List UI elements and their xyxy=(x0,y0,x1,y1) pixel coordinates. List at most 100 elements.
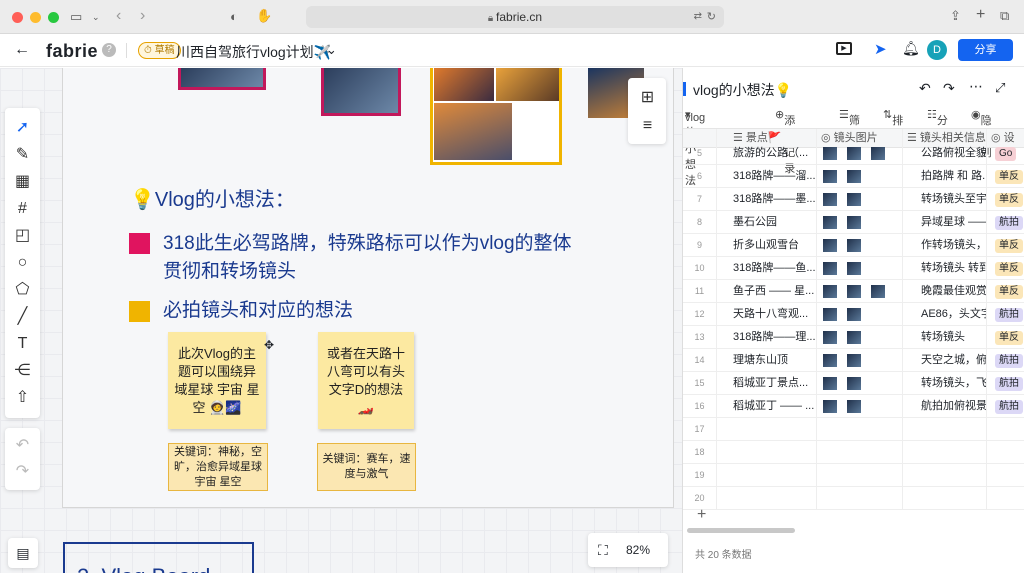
cell-equipment[interactable]: 单反 xyxy=(987,257,1024,280)
cell-spot[interactable]: 天路十八弯观... xyxy=(717,303,817,326)
sticky-note[interactable]: 此次Vlog的主题可以围绕异域星球 宇宙 星空 🧑‍🚀🌌 xyxy=(168,332,266,429)
text-tool-icon[interactable]: T xyxy=(5,332,40,356)
table-row[interactable]: 8墨石公园 异域星球 —— ... 航拍 xyxy=(683,211,1024,234)
maximize-window-button[interactable] xyxy=(48,12,59,23)
more-icon[interactable]: ⋯ xyxy=(969,78,983,95)
pointer-follow-icon[interactable]: ➤ xyxy=(874,40,887,58)
cell-images[interactable] xyxy=(817,234,903,257)
new-tab-icon[interactable]: + xyxy=(976,7,985,23)
address-bar[interactable]: 🔒︎ fabrie.cn ⇄ ↻ xyxy=(306,6,724,28)
translate-icon[interactable]: ⇄ xyxy=(694,6,702,28)
table-row[interactable]: 17 xyxy=(683,418,1024,441)
sticky-note[interactable]: 或者在天路十八弯可以有头文字D的想法🏎️ xyxy=(318,332,414,429)
thumbnail-image[interactable] xyxy=(823,216,837,229)
thumbnail-image[interactable] xyxy=(871,147,885,160)
privacy-shield-icon[interactable]: ◐ xyxy=(230,10,238,24)
table-row[interactable]: 20 xyxy=(683,487,1024,510)
connector-tool-icon[interactable]: ⋲ xyxy=(5,359,40,383)
keyword-card[interactable]: 关键词：神秘，空旷，治愈异域星球宇宙 星空 xyxy=(168,443,268,491)
table-row[interactable]: 15稻城亚丁景点... 转场镜头，飞... 航拍 xyxy=(683,372,1024,395)
cell-equipment[interactable]: 航拍 xyxy=(987,395,1024,418)
cell-info[interactable]: 天空之城，俯... xyxy=(903,349,987,372)
document-title[interactable]: 川西自驾旅行vlog计划✈️ xyxy=(176,42,331,62)
horizontal-scrollbar[interactable] xyxy=(687,528,795,533)
table-row[interactable]: 10318路牌——鱼... 转场镜头 转到... 单反 xyxy=(683,257,1024,280)
cell-spot[interactable]: 318路牌——理... xyxy=(717,326,817,349)
add-row-button[interactable]: + xyxy=(697,506,706,524)
table-row[interactable]: 14理塘东山顶 天空之城，俯... 航拍 xyxy=(683,349,1024,372)
present-icon[interactable]: ▶ xyxy=(836,42,852,55)
view-selector[interactable]: vlog的小想法 ▾ xyxy=(685,108,705,187)
undo-icon[interactable]: ↶ xyxy=(919,80,931,97)
thumbnail-image[interactable] xyxy=(823,331,837,344)
cell-info[interactable]: 拍路牌 和 路... xyxy=(903,165,987,188)
avatar[interactable]: D xyxy=(927,40,947,60)
thumbnail-image[interactable] xyxy=(847,354,861,367)
cell-images[interactable] xyxy=(817,303,903,326)
cell-equipment[interactable] xyxy=(987,418,1024,441)
cell-equipment[interactable]: 航拍 xyxy=(987,303,1024,326)
cell-info[interactable]: 转场镜头 转到... xyxy=(903,257,987,280)
cell-equipment[interactable] xyxy=(987,464,1024,487)
cell-equipment[interactable]: 单反 xyxy=(987,326,1024,349)
cell-equipment[interactable]: 航拍 xyxy=(987,349,1024,372)
back-arrow-icon[interactable]: ← xyxy=(14,41,30,59)
thumbnail-image[interactable] xyxy=(823,170,837,183)
sticky-tool-icon[interactable]: ◰ xyxy=(5,224,40,248)
cell-equipment[interactable] xyxy=(987,487,1024,510)
cell-images[interactable] xyxy=(817,326,903,349)
close-window-button[interactable] xyxy=(12,12,23,23)
thumbnail-image[interactable] xyxy=(847,262,861,275)
cell-spot[interactable] xyxy=(717,487,817,510)
cell-info[interactable]: AE86，头文字... xyxy=(903,303,987,326)
select-tool-icon[interactable]: ➚ xyxy=(5,116,40,140)
cell-spot[interactable]: 旅游的公路（... xyxy=(717,142,817,165)
cell-info[interactable]: 公路俯视全貌... xyxy=(903,142,987,165)
thumbnail-image[interactable] xyxy=(847,147,861,160)
cell-info[interactable]: 异域星球 —— ... xyxy=(903,211,987,234)
table-row[interactable]: 18 xyxy=(683,441,1024,464)
cell-info[interactable] xyxy=(903,441,987,464)
photo-image[interactable] xyxy=(178,68,266,90)
filter-button[interactable]: ☰ 筛选 xyxy=(839,108,860,143)
table-row[interactable]: 11鱼子西 —— 星... 晚霞最佳观赏... 单反 xyxy=(683,280,1024,303)
bullet-text[interactable]: 318此生必驾路牌，特殊路标可以作为vlog的整体 xyxy=(163,230,572,258)
cell-images[interactable] xyxy=(817,464,903,487)
thumbnail-image[interactable] xyxy=(847,400,861,413)
pen-tool-icon[interactable]: ✎ xyxy=(5,143,40,167)
cell-spot[interactable] xyxy=(717,441,817,464)
cell-images[interactable] xyxy=(817,142,903,165)
cell-equipment[interactable]: 单反 xyxy=(987,188,1024,211)
chevron-down-icon[interactable]: ⌄ xyxy=(92,10,100,24)
thumbnail-image[interactable] xyxy=(823,354,837,367)
cell-images[interactable] xyxy=(817,280,903,303)
cell-images[interactable] xyxy=(817,211,903,234)
table-view-icon[interactable]: ⊞ xyxy=(630,86,665,110)
cell-images[interactable] xyxy=(817,418,903,441)
shape-tool-icon[interactable]: ⬠ xyxy=(5,278,40,302)
thumbnail-image[interactable] xyxy=(847,193,861,206)
sidebar-toggle-icon[interactable]: ▭ xyxy=(70,10,82,24)
thumbnail-image[interactable] xyxy=(847,285,861,298)
whiteboard-canvas[interactable]: 💡Vlog的小想法： 318此生必驾路牌，特殊路标可以作为vlog的整体 贯彻和… xyxy=(0,68,682,573)
thumbnail-image[interactable] xyxy=(847,308,861,321)
table-row[interactable]: 5旅游的公路（... 公路俯视全貌... Go xyxy=(683,142,1024,165)
sort-button[interactable]: ⇅ 排序 xyxy=(883,108,903,143)
cell-info[interactable] xyxy=(903,464,987,487)
cell-info[interactable]: 航拍加俯视景 xyxy=(903,395,987,418)
cell-equipment[interactable]: 单反 xyxy=(987,280,1024,303)
zoom-control[interactable]: ⛶ 82% xyxy=(588,533,668,567)
hide-columns-button[interactable]: ◉ 隐藏列 xyxy=(971,108,992,159)
cell-spot[interactable]: 318路牌——鱼... xyxy=(717,257,817,280)
cell-spot[interactable]: 折多山观雪台 xyxy=(717,234,817,257)
cell-info[interactable]: 转场镜头，飞... xyxy=(903,372,987,395)
cell-images[interactable] xyxy=(817,188,903,211)
cell-equipment[interactable]: 航拍 xyxy=(987,211,1024,234)
keyword-card[interactable]: 关键词：赛车，速度与激气 xyxy=(317,443,416,491)
cell-spot[interactable] xyxy=(717,464,817,487)
redo-icon[interactable]: ↷ xyxy=(5,460,40,484)
bullet-text[interactable]: 贯彻和转场镜头 xyxy=(163,258,296,286)
cell-equipment[interactable] xyxy=(987,441,1024,464)
table-row[interactable]: 13 318路牌——理... 转场镜头 单反 xyxy=(683,326,1024,349)
forward-icon[interactable]: › xyxy=(140,8,145,24)
